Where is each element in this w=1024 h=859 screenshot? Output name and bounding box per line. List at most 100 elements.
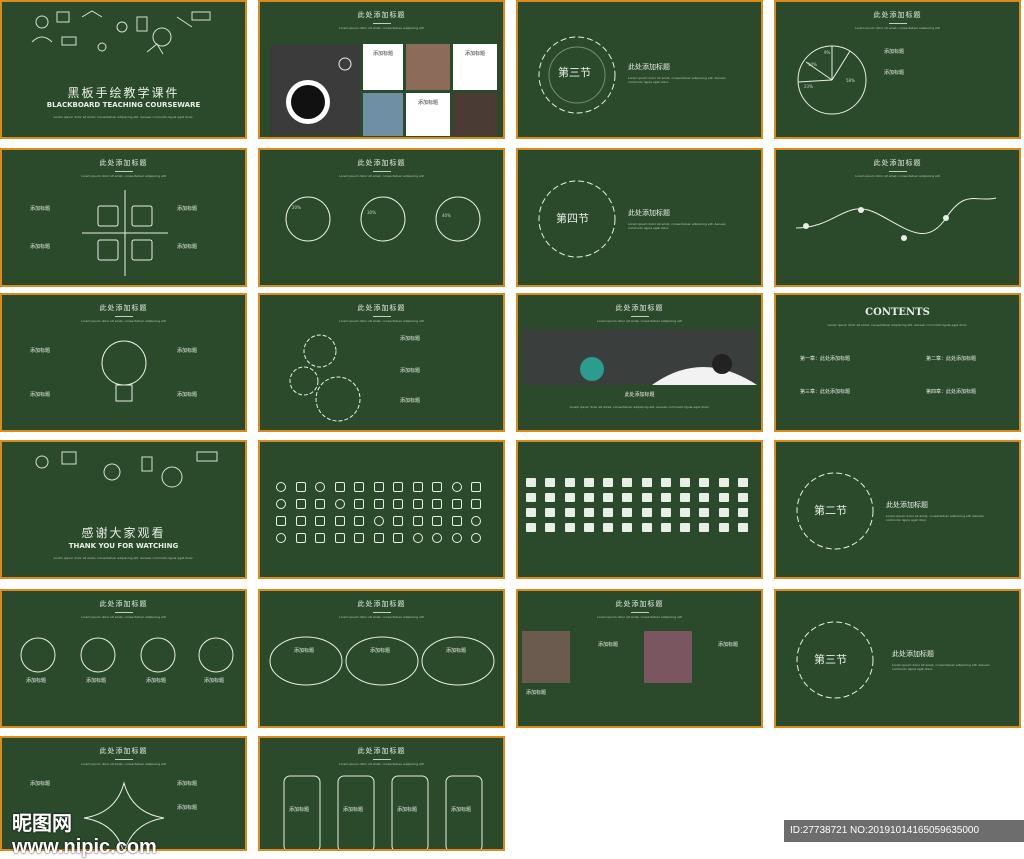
lock-icon — [315, 516, 326, 526]
item-title: 添加标题 — [400, 336, 421, 342]
atom-icon — [545, 478, 556, 487]
slide-title: 此处添加标题 — [99, 304, 148, 312]
section-heading: 第三节 — [814, 653, 847, 666]
slide-thumbnail-13[interactable]: 感谢大家观看 THANK YOU FOR WATCHING Lorem ipsu… — [0, 440, 247, 579]
slide-subtitle: Lorem ipsum dolor sit amet, consectetuer… — [339, 26, 424, 30]
legend-title: 添加标题 — [884, 49, 905, 55]
slide-thumbnail-4[interactable]: 此处添加标题 Lorem ipsum dolor sit amet, consec… — [774, 0, 1021, 139]
slide-title: 此处添加标题 — [615, 304, 664, 312]
books-icon — [641, 523, 652, 532]
cover-description: Lorem ipsum dolor sit amet, consectetuer… — [53, 115, 194, 119]
compass-icon — [526, 523, 536, 532]
slide-thumbnail-15[interactable] — [516, 440, 763, 579]
slide-thumbnail-5[interactable]: 此处添加标题 Lorem ipsum dolor sit amet, consec… — [0, 148, 247, 287]
star-icon — [334, 482, 345, 492]
database-icon — [432, 499, 443, 509]
books-photo — [406, 44, 450, 90]
ring-value: 40% — [442, 213, 451, 218]
slide-thumbnail-1[interactable]: 黑板手绘教学课件 BLACKBOARD TEACHING COURSEWARE … — [0, 0, 247, 139]
trophy-icon — [412, 516, 423, 526]
send-icon — [373, 499, 384, 509]
slide-title: 此处添加标题 — [357, 11, 406, 19]
bell-icon — [641, 493, 652, 502]
contents-item-1[interactable]: 第一章：此处添加标题 — [800, 355, 850, 362]
pencil-icon — [603, 493, 613, 502]
bubble-title: 添加标题 — [370, 648, 391, 654]
wallet-icon — [393, 533, 404, 543]
item-title: 添加标题 — [598, 642, 619, 648]
slide-title: 此处添加标题 — [99, 600, 148, 608]
slide-thumbnail-9[interactable]: 此处添加标题 Lorem ipsum dolor sit amet, consec… — [0, 293, 247, 432]
slide-thumbnail-10[interactable]: 此处添加标题 Lorem ipsum dolor sit amet, consec… — [258, 293, 505, 432]
laptop-icon — [699, 508, 710, 517]
contents-item-2[interactable]: 第二章：此处添加标题 — [926, 355, 976, 362]
library-photo — [363, 93, 403, 136]
contents-item-3[interactable]: 第三章：此处添加标题 — [800, 388, 850, 395]
bubble-title: 添加标题 — [294, 648, 315, 654]
item-title: 添加标题 — [177, 206, 198, 212]
paint-icon — [583, 508, 594, 517]
slide-thumbnail-2[interactable]: 此处添加标题 Lorem ipsum dolor sit amet, consec… — [258, 0, 505, 139]
slide-thumbnail-14[interactable] — [258, 440, 505, 579]
slide-thumbnail-19[interactable]: 此处添加标题 Lorem ipsum dolor sit amet, consec… — [516, 589, 763, 728]
slide-thumbnail-11[interactable]: 此处添加标题 Lorem ipsum dolor sit amet, consec… — [516, 293, 763, 432]
icon-set-solid — [526, 478, 753, 532]
school-bus-icon — [545, 523, 556, 532]
slide-thumbnail-8[interactable]: 此处添加标题 Lorem ipsum dolor sit amet, consec… — [774, 148, 1021, 287]
slide-thumbnail-12[interactable]: CONTENTS Lorem ipsum dolor sit amet, con… — [774, 293, 1021, 432]
slide-thumbnail-3[interactable]: 第三节 此处添加标题 Lorem ipsum dolor sit amet, c… — [516, 0, 763, 139]
slide-thumbnail-7[interactable]: 第四节 此处添加标题 Lorem ipsum dolor sit amet, c… — [516, 148, 763, 287]
ring-charts — [285, 196, 481, 242]
computer-icon — [699, 523, 710, 532]
slide-thumbnail-6[interactable]: 此处添加标题 Lorem ipsum dolor sit amet, consec… — [258, 148, 505, 287]
contents-item-4[interactable]: 第四章：此处添加标题 — [926, 388, 976, 395]
ring-value: 30% — [367, 210, 376, 215]
reading-photo — [644, 631, 692, 683]
guitar-icon — [545, 508, 556, 517]
section-title: 此处添加标题 — [892, 650, 934, 658]
text-card-3: 添加标题 — [406, 93, 450, 136]
student-icon — [641, 478, 652, 487]
section-title: 此处添加标题 — [886, 501, 928, 509]
chat-icon — [412, 499, 423, 509]
slide-subtitle: Lorem ipsum dolor sit amet, consectetuer… — [339, 319, 424, 323]
desk-photo — [522, 631, 570, 683]
item-title: 添加标题 — [177, 392, 198, 398]
graduation-cap-icon — [564, 478, 575, 487]
like-icon — [412, 482, 423, 492]
bus-icon — [699, 478, 710, 487]
notebook-icon — [526, 508, 536, 517]
section-heading: 第四节 — [556, 212, 589, 225]
clipboard-icon — [718, 493, 729, 502]
briefcase-icon — [718, 523, 729, 532]
slide-thumbnail-16[interactable]: 第二节 此处添加标题 Lorem ipsum dolor sit amet, c… — [774, 440, 1021, 579]
contents-title: CONTENTS — [865, 307, 930, 318]
slide-title: 此处添加标题 — [357, 747, 406, 755]
slide-subtitle: Lorem ipsum dolor sit amet, consectetuer… — [339, 615, 424, 619]
icon-set-outline — [276, 482, 487, 543]
item-title: 添加标题 — [146, 678, 167, 684]
slide-subtitle: Lorem ipsum dolor sit amet, consectetuer… — [81, 615, 166, 619]
item-title: 添加标题 — [30, 206, 51, 212]
globe-icon — [471, 516, 482, 526]
item-title: 添加标题 — [30, 348, 51, 354]
cover-title-en: BLACKBOARD TEACHING COURSEWARE — [46, 101, 201, 109]
folder-icon — [354, 482, 365, 492]
slide-thumbnail-20[interactable]: 第三节 此处添加标题 Lorem ipsum dolor sit amet, c… — [774, 589, 1021, 728]
award-icon — [737, 508, 748, 517]
section-title: 此处添加标题 — [628, 63, 670, 71]
chalkboard-photo — [522, 329, 757, 385]
slide-thumbnail-18[interactable]: 此处添加标题 Lorem ipsum dolor sit amet, consec… — [258, 589, 505, 728]
card-title: 添加标题 — [372, 51, 393, 57]
card-title: 添加标题 — [397, 807, 418, 813]
slide-thumbnail-22[interactable]: 此处添加标题 Lorem ipsum dolor sit amet, consec… — [258, 736, 505, 851]
laptop-icon — [699, 493, 710, 502]
plant-icon — [583, 523, 594, 532]
flag-icon — [334, 516, 345, 526]
item-title: 添加标题 — [86, 678, 107, 684]
slide-thumbnail-17[interactable]: 此处添加标题 Lorem ipsum dolor sit amet, consec… — [0, 589, 247, 728]
palette-icon — [545, 493, 556, 502]
mail-icon — [295, 533, 306, 543]
site-watermark: 昵图网 www.nipic.com — [12, 812, 157, 858]
text-card-2: 添加标题 — [453, 44, 497, 90]
